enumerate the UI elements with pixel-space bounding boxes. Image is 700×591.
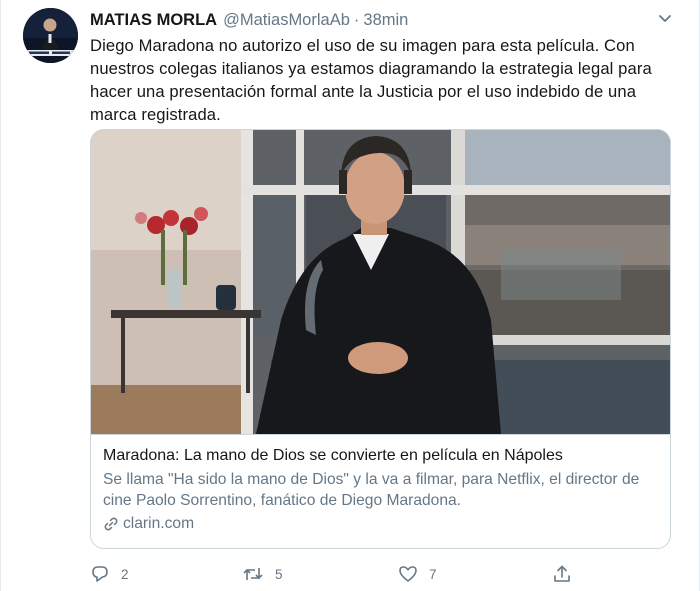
card-domain-row: clarin.com	[103, 513, 661, 534]
retweet-count: 5	[275, 566, 283, 582]
action-bar: 2 5 7	[90, 562, 590, 586]
avatar-image	[23, 8, 78, 63]
reply-icon	[92, 566, 108, 582]
card-domain: clarin.com	[123, 515, 195, 532]
card-title: Maradona: La mano de Dios se convierte e…	[103, 447, 563, 464]
card-body: Maradona: La mano de Dios se convierte e…	[91, 434, 670, 548]
reply-button[interactable]: 2	[90, 562, 129, 586]
like-count: 7	[429, 566, 437, 582]
card-description: Se llama "Ha sido la mano de Dios" y la …	[103, 471, 640, 509]
chevron-down-icon[interactable]	[657, 10, 673, 26]
separator-dot: ·	[353, 10, 360, 29]
link-card[interactable]: Maradona: La mano de Dios se convierte e…	[90, 129, 671, 549]
tweet-text: Diego Maradona no autorizo el uso de su …	[90, 36, 652, 124]
card-image	[91, 130, 670, 434]
link-icon	[104, 517, 118, 530]
share-icon	[554, 565, 570, 582]
author-name[interactable]: MATIAS MORLA	[90, 11, 217, 30]
retweet-icon	[243, 568, 263, 580]
author-handle[interactable]: @MatiasMorlaAb	[223, 11, 350, 30]
share-button[interactable]	[552, 562, 583, 586]
reply-count: 2	[121, 566, 129, 582]
tweet: MATIAS MORLA @MatiasMorlaAb · 38min Dieg…	[0, 0, 700, 591]
avatar[interactable]	[23, 8, 78, 63]
heart-icon	[399, 566, 417, 582]
retweet-button[interactable]: 5	[242, 562, 283, 586]
timestamp[interactable]: 38min	[363, 11, 408, 30]
like-button[interactable]: 7	[398, 562, 437, 586]
tweet-header: MATIAS MORLA @MatiasMorlaAb · 38min	[90, 8, 679, 32]
